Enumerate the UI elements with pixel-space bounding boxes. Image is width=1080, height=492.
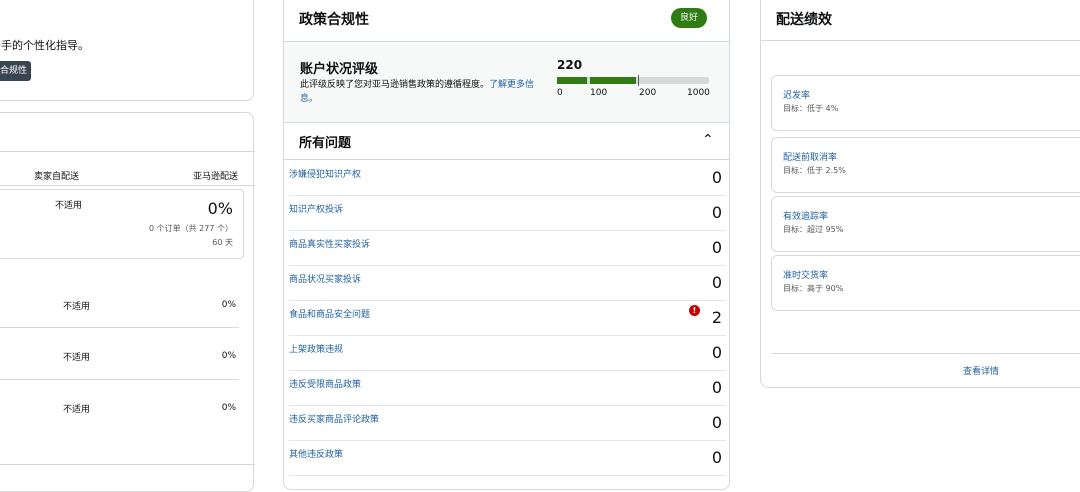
metric-row-seller-value: 不适用 — [63, 405, 91, 415]
metric-target: 目标：高于 90% — [783, 284, 844, 293]
divider — [0, 327, 239, 328]
divider — [771, 353, 1080, 354]
metric-name: 准时交货率 — [783, 271, 829, 281]
metric-pre-fulfillment-cancel-rate[interactable]: 配送前取消率 目标：低于 2.5% — [771, 137, 1080, 193]
metric-target: 目标：低于 4% — [783, 104, 839, 113]
compliance-button[interactable]: 合规性 — [0, 61, 31, 81]
metric-row-amazon-value: 0% — [221, 403, 236, 413]
all-issues-title: 所有问题 — [299, 136, 352, 151]
view-details-link[interactable]: 查看详情 — [963, 364, 999, 377]
issue-count: 0 — [711, 203, 722, 222]
summary-seller-value: 不适用 — [55, 201, 83, 211]
issue-label-link[interactable]: 商品真实性买家投诉 — [289, 237, 370, 250]
rating-bar-segment — [557, 77, 587, 84]
issue-row: 违反买家商品评论政策 0 — [289, 405, 726, 441]
metric-row-seller-value: 不适用 — [63, 302, 91, 312]
rating-bar-marker — [638, 75, 639, 86]
rating-tick: 100 — [590, 88, 608, 98]
issue-row: 上架政策违规 0 — [289, 335, 726, 371]
issue-label-link[interactable]: 其他违反政策 — [289, 447, 343, 460]
divider — [0, 464, 255, 465]
policy-card-header: 政策合规性 良好 — [284, 0, 729, 42]
rating-description: 此评级反映了您对亚马逊销售政策的遵循程度。了解更多信息。 — [300, 78, 535, 106]
metric-target: 目标：超过 95% — [783, 225, 844, 234]
divider — [0, 185, 255, 186]
issue-label-link[interactable]: 上架政策违规 — [289, 342, 343, 355]
issue-row: 知识产权投诉 0 — [289, 195, 726, 231]
rating-description-text: 此评级反映了您对亚马逊销售政策的遵循程度。 — [300, 80, 490, 90]
rating-tick: 200 — [639, 88, 657, 98]
metric-row-amazon-value: 0% — [221, 351, 236, 361]
issue-count: 0 — [711, 343, 722, 362]
issue-count: 0 — [711, 413, 722, 432]
metric-name: 迟发率 — [783, 91, 811, 101]
issue-count: 0 — [711, 168, 722, 187]
summary-order-count: 0 个订单（共 277 个） — [149, 224, 233, 233]
collapse-chevron-icon[interactable]: ⌃ — [702, 132, 714, 148]
issue-count: 0 — [711, 238, 722, 257]
issue-count: 0 — [711, 378, 722, 397]
issue-count: 0 — [711, 273, 722, 292]
policy-compliance-card: 政策合规性 良好 账户状况评级 此评级反映了您对亚马逊销售政策的遵循程度。了解更… — [283, 0, 730, 490]
rating-score: 220 — [557, 58, 583, 72]
guidance-card: 手的个性化指导。 合规性 — [0, 0, 254, 101]
column-header-amazon-fulfilled: 亚马逊配送 — [192, 172, 238, 182]
account-metrics-card: 卖家自配送 亚马逊配送 不适用 0% 0 个订单（共 277 个） 60 天 不… — [0, 112, 255, 492]
rating-title: 账户状况评级 — [300, 62, 379, 77]
rating-tick: 1000 — [687, 88, 710, 98]
status-badge: 良好 — [671, 8, 707, 28]
issue-label-link[interactable]: 涉嫌侵犯知识产权 — [289, 167, 361, 180]
metric-name: 配送前取消率 — [783, 153, 838, 163]
metric-on-time-delivery-rate[interactable]: 准时交货率 目标：高于 90% — [771, 255, 1080, 311]
divider — [761, 40, 1080, 41]
shipping-card-title: 配送绩效 — [776, 12, 832, 28]
divider — [0, 379, 239, 380]
issue-count: 2 — [711, 308, 722, 327]
rating-bar-segment — [590, 77, 636, 84]
issue-row: 商品真实性买家投诉 0 — [289, 230, 726, 266]
issue-label-link[interactable]: 商品状况买家投诉 — [289, 272, 361, 285]
policy-card-title: 政策合规性 — [299, 12, 369, 28]
account-health-rating: 账户状况评级 此评级反映了您对亚马逊销售政策的遵循程度。了解更多信息。 220 … — [284, 42, 729, 123]
column-header-seller-fulfilled: 卖家自配送 — [34, 172, 80, 182]
issue-row: 违反受限商品政策 0 — [289, 370, 726, 406]
issue-label-link[interactable]: 知识产权投诉 — [289, 202, 343, 215]
issue-row: 其他违反政策 0 — [289, 440, 726, 476]
summary-days: 60 天 — [212, 238, 233, 247]
compliance-button-label: 合规性 — [0, 66, 27, 76]
rating-tick: 0 — [557, 88, 563, 98]
divider — [0, 151, 255, 152]
issue-label-link[interactable]: 食品和商品安全问题 — [289, 307, 370, 320]
summary-amazon-pct: 0% — [207, 199, 233, 218]
issue-row: 涉嫌侵犯知识产权 0 — [289, 160, 726, 196]
issue-row: 商品状况买家投诉 0 — [289, 265, 726, 301]
issue-label-link[interactable]: 违反买家商品评论政策 — [289, 412, 379, 425]
metric-name: 有效追踪率 — [783, 212, 829, 222]
metric-row-seller-value: 不适用 — [63, 353, 91, 363]
metric-target: 目标：低于 2.5% — [783, 166, 846, 175]
metric-row-amazon-value: 0% — [221, 300, 236, 310]
guidance-text: 手的个性化指导。 — [1, 39, 89, 52]
metric-valid-tracking-rate[interactable]: 有效追踪率 目标：超过 95% — [771, 196, 1080, 252]
alert-icon: ! — [689, 305, 700, 316]
issue-row: 食品和商品安全问题 2! — [289, 300, 726, 336]
issue-label-link[interactable]: 违反受限商品政策 — [289, 377, 361, 390]
summary-box: 不适用 0% 0 个订单（共 277 个） 60 天 — [0, 189, 244, 259]
shipping-performance-card: 配送绩效 迟发率 目标：低于 4% 配送前取消率 目标：低于 2.5% 有效追踪… — [760, 0, 1080, 388]
metric-late-dispatch-rate[interactable]: 迟发率 目标：低于 4% — [771, 75, 1080, 131]
issue-count: 0 — [711, 448, 722, 467]
